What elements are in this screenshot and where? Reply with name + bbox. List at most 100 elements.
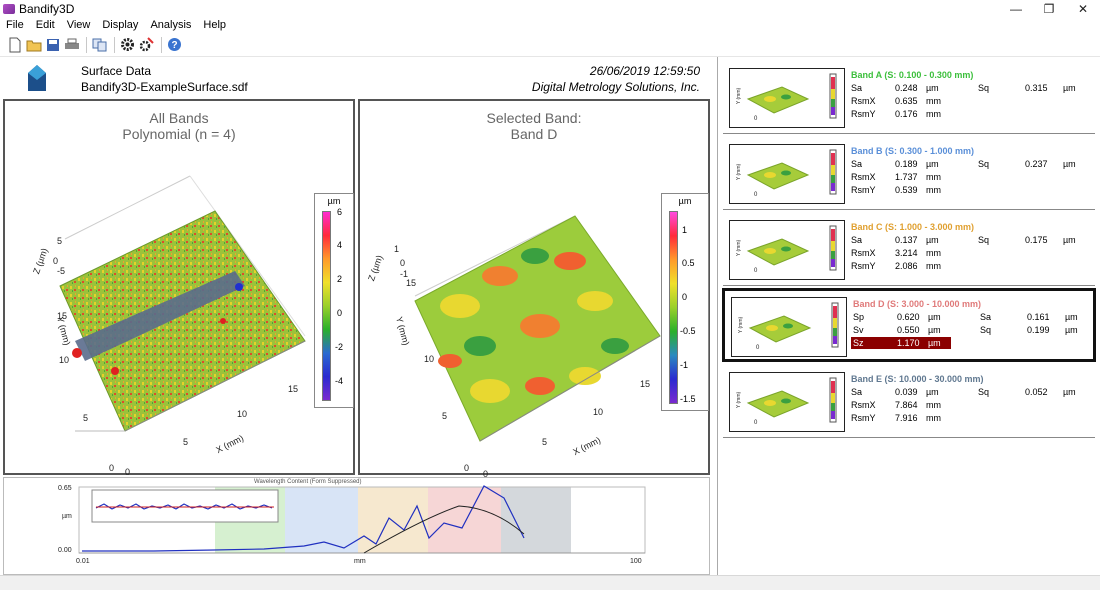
- menu-file[interactable]: File: [0, 19, 30, 31]
- z-tick: -5: [57, 266, 66, 276]
- band-card[interactable]: Y (mm) 0 Band A (S: 0.100 - 0.300 mm) Sa 0.2…: [723, 62, 1095, 134]
- band-thumbnail[interactable]: Y (mm) 0: [731, 297, 847, 357]
- settings-gear-icon[interactable]: [119, 36, 136, 53]
- stat-name: RsmY: [851, 261, 876, 271]
- stat-name: RsmX: [851, 96, 876, 106]
- stat-value: 0.052: [1025, 387, 1048, 397]
- main-panel: Surface Data Bandify3D-ExampleSurface.sd…: [0, 57, 713, 575]
- colorbar-gradient: [669, 211, 678, 404]
- spectrum-title: Wavelength Content (Form Suppressed): [254, 479, 362, 485]
- stat-value: 0.237: [1025, 159, 1048, 169]
- band-card[interactable]: Y (mm) 0 Band D (S: 3.000 - 10.000 mm) Sp 0.…: [722, 288, 1096, 362]
- stat-value: 0.199: [1027, 325, 1050, 335]
- thumb-zero-label: 0: [754, 268, 758, 274]
- stat-value: 7.864: [895, 400, 918, 410]
- menu-view[interactable]: View: [61, 19, 97, 31]
- colorbar-tick: 2: [337, 274, 343, 284]
- band-title: Band E (S: 10.000 - 30.000 mm): [851, 374, 984, 384]
- stat-name: Sz: [853, 338, 864, 348]
- band-thumbnail[interactable]: Y (mm) 0: [729, 144, 845, 204]
- restore-button[interactable]: ❐: [1032, 0, 1066, 17]
- stat-unit: µm: [928, 312, 941, 322]
- menu-help[interactable]: Help: [197, 19, 232, 31]
- stat-name: RsmX: [851, 400, 876, 410]
- stat-name: Sq: [978, 235, 990, 245]
- x-tick: 10: [593, 407, 604, 417]
- open-folder-icon[interactable]: [25, 36, 42, 53]
- stat-name: Sq: [978, 83, 990, 93]
- colorbar-unit: µm: [678, 196, 692, 206]
- stat-value: 3.214: [895, 248, 918, 258]
- x-tick: 5: [183, 437, 189, 447]
- surface-data-label: Surface Data: [81, 64, 152, 78]
- stat-name: Sa: [851, 387, 863, 397]
- close-button[interactable]: ✕: [1066, 0, 1100, 17]
- stat-value: 0.176: [895, 109, 918, 119]
- toolbar-separator: [86, 36, 87, 53]
- stat-value: 7.916: [895, 413, 918, 423]
- report-datetime: 26/06/2019 12:59:50: [589, 64, 700, 78]
- spectrum-y-max: 0.65: [58, 485, 72, 492]
- new-file-icon[interactable]: [6, 36, 23, 53]
- y-tick: 15: [57, 311, 68, 321]
- thumb-zero-label: 0: [754, 192, 758, 198]
- stat-name: Sq: [978, 387, 990, 397]
- x-tick: 15: [288, 384, 299, 394]
- stat-value: 2.086: [895, 261, 918, 271]
- analysis-gear-icon[interactable]: [138, 36, 155, 53]
- y-tick: 10: [59, 355, 70, 365]
- band-thumbnail[interactable]: Y (mm) 0: [729, 372, 845, 432]
- band-card[interactable]: Y (mm) 0 Band C (S: 1.000 - 3.000 mm) Sa 0.1…: [723, 214, 1095, 286]
- thumb-y-label: Y (mm): [736, 87, 743, 105]
- stat-unit: mm: [926, 413, 941, 423]
- band-card[interactable]: Y (mm) 0 Band E (S: 10.000 - 30.000 mm) Sa 0…: [723, 366, 1095, 438]
- copy-icon[interactable]: [91, 36, 108, 53]
- company-logo: [28, 65, 46, 91]
- save-icon[interactable]: [44, 36, 61, 53]
- bands-panel: Y (mm) 0 Band A (S: 0.100 - 0.300 mm) Sa 0.2…: [717, 57, 1100, 575]
- all-bands-plot[interactable]: All Bands Polynomial (n = 4) Z (µm) 5 0 …: [3, 99, 355, 477]
- band-surface-thumbnail: [746, 377, 837, 423]
- z-tick: 0: [53, 256, 59, 266]
- toolbar-separator: [161, 36, 162, 53]
- menu-analysis[interactable]: Analysis: [144, 19, 197, 31]
- stat-unit: µm: [1063, 83, 1076, 93]
- menu-display[interactable]: Display: [96, 19, 144, 31]
- thumb-y-label: Y (mm): [736, 163, 743, 181]
- svg-text:?: ?: [171, 40, 177, 51]
- band-surface-thumbnail: [746, 149, 837, 195]
- colorbar-tick: 0.5: [682, 258, 695, 268]
- spectrum-y-min: 0.00: [58, 547, 72, 554]
- print-icon[interactable]: [63, 36, 80, 53]
- band-thumbnail[interactable]: Y (mm) 0: [729, 220, 845, 280]
- band-surface-thumbnail: [746, 73, 837, 119]
- minimize-button[interactable]: —: [999, 0, 1033, 17]
- wavelength-spectrum-chart[interactable]: Wavelength Content (Form Suppressed) 0.6…: [3, 477, 710, 575]
- stat-name: Sq: [978, 159, 990, 169]
- stat-unit: µm: [1063, 387, 1076, 397]
- help-icon[interactable]: ?: [166, 36, 183, 53]
- stat-unit: µm: [926, 159, 939, 169]
- selected-band-plot[interactable]: Selected Band: Band D Z (µm) 1 0 -1 Y (m…: [358, 99, 710, 479]
- stat-name: Sp: [853, 312, 865, 322]
- app-icon: [3, 3, 15, 14]
- band-thumbnail[interactable]: Y (mm) 0: [729, 68, 845, 128]
- band-card[interactable]: Y (mm) 0 Band B (S: 0.300 - 1.000 mm) Sa 0.1…: [723, 138, 1095, 210]
- y-tick: 0: [464, 463, 470, 473]
- stat-unit: µm: [926, 83, 939, 93]
- colorbar-tick: -1: [680, 360, 689, 370]
- report-header: Surface Data Bandify3D-ExampleSurface.sd…: [0, 57, 713, 99]
- thumb-y-label: Y (mm): [736, 239, 743, 257]
- stat-unit: mm: [926, 400, 941, 410]
- stat-name: Sa: [851, 159, 863, 169]
- stat-unit: µm: [1063, 235, 1076, 245]
- menu-edit[interactable]: Edit: [30, 19, 61, 31]
- colorbar-tick: 6: [337, 207, 343, 217]
- stat-name: RsmY: [851, 109, 876, 119]
- y-tick: 0: [109, 463, 115, 473]
- y-tick: 5: [442, 411, 448, 421]
- stat-unit: mm: [926, 96, 941, 106]
- x-tick: 5: [542, 437, 548, 447]
- z-tick: 5: [57, 236, 63, 246]
- y-tick: 10: [424, 354, 435, 364]
